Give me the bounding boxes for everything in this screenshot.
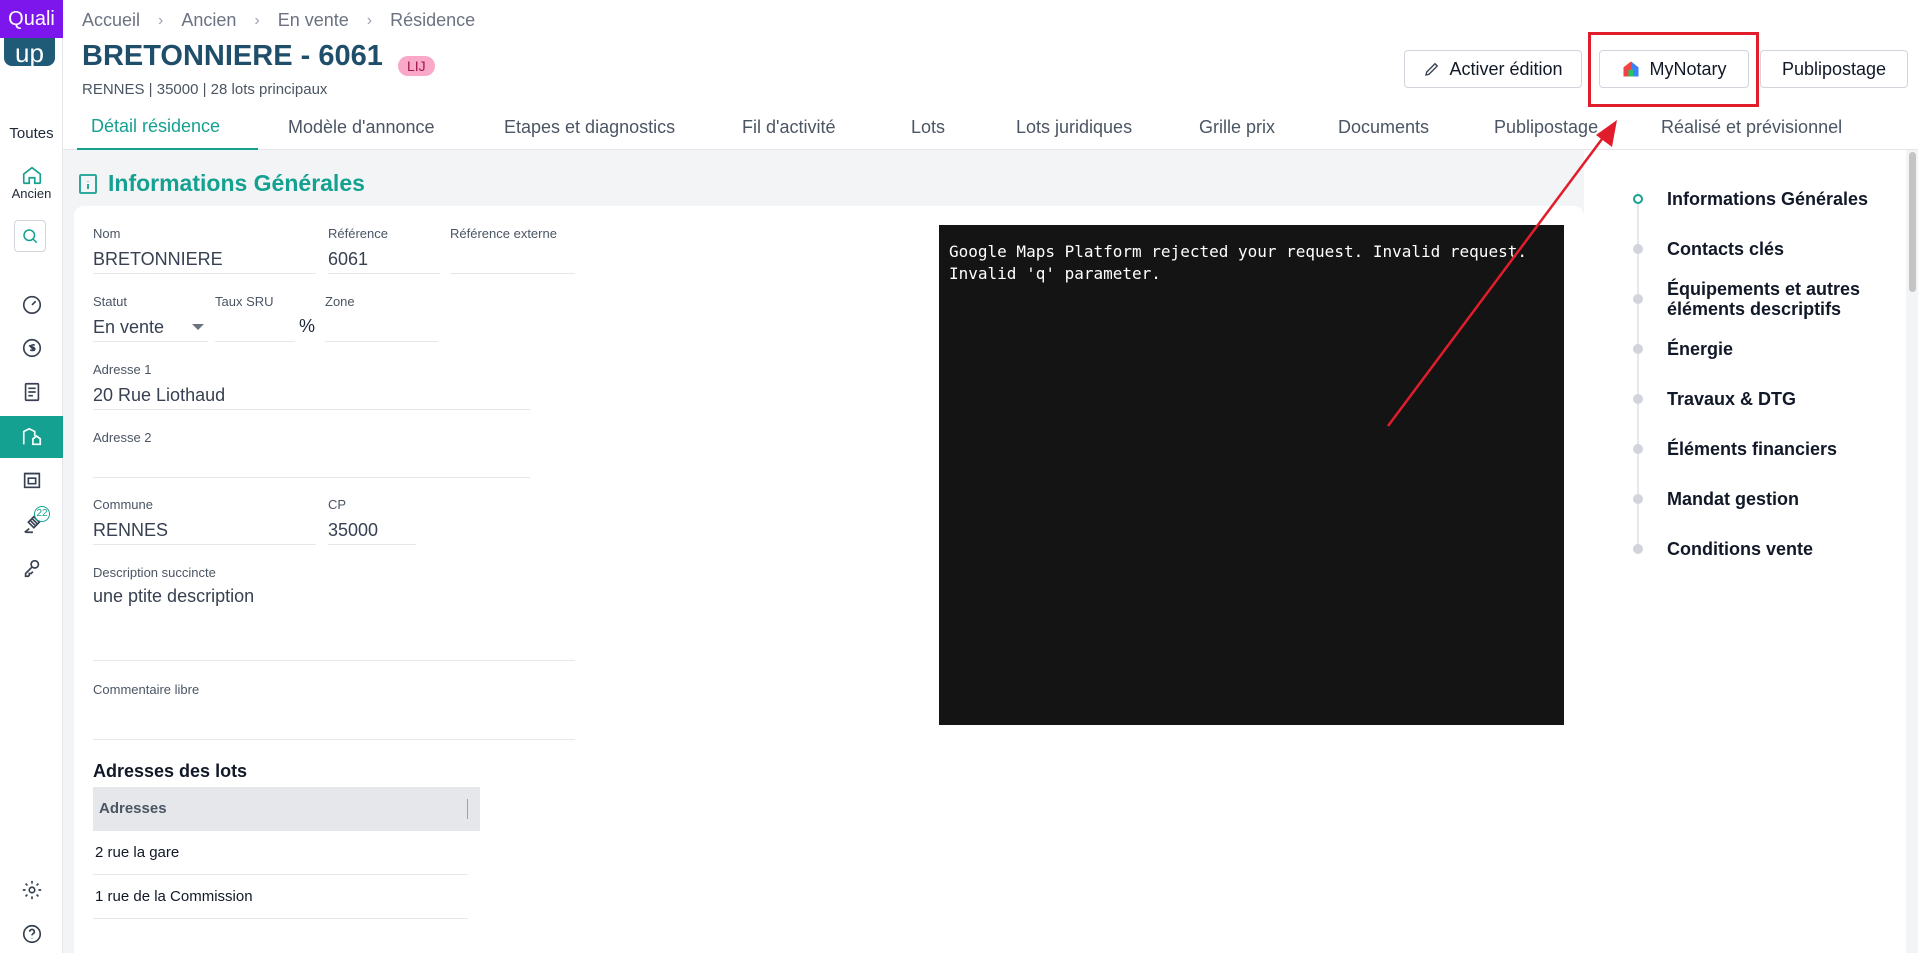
commentaire-label: Commentaire libre [93, 682, 200, 697]
statut-label: Statut [93, 294, 127, 309]
nav-conditions-vente[interactable]: Conditions vente [1667, 539, 1813, 559]
residence-icon[interactable] [0, 416, 63, 458]
commentaire-field[interactable] [93, 700, 575, 740]
taux-sru-label: Taux SRU [215, 294, 274, 309]
nav-dot [1633, 344, 1643, 354]
page-title: BRETONNIERE - 6061 [82, 40, 383, 72]
section-header: Informations Générales [76, 170, 365, 197]
description-label: Description succincte [93, 565, 216, 580]
adresse2-label: Adresse 2 [93, 430, 152, 445]
nav-dot [1633, 294, 1643, 304]
chevron-right-icon: › [254, 11, 260, 29]
nav-mandat-gestion[interactable]: Mandat gestion [1667, 489, 1799, 509]
search-icon[interactable] [14, 220, 46, 252]
help-icon[interactable] [0, 914, 63, 954]
nav-contacts-cles[interactable]: Contacts clés [1667, 239, 1784, 259]
percent-unit: % [299, 316, 316, 336]
nav-elements-financiers[interactable]: Éléments financiers [1667, 439, 1837, 459]
lots-addresses-title: Adresses des lots [93, 761, 248, 781]
taux-sru-field[interactable] [215, 312, 295, 342]
gavel-icon[interactable] [0, 504, 63, 544]
tab-documents[interactable]: Documents [1324, 104, 1443, 150]
chevron-right-icon: › [366, 11, 373, 29]
nav-dot [1633, 494, 1643, 504]
cp-field[interactable]: 35000 [328, 515, 416, 545]
breadcrumb-ancien[interactable]: Ancien [181, 10, 236, 31]
chevron-down-icon[interactable] [192, 324, 204, 330]
adresse1-field[interactable]: 20 Rue Liothaud [93, 380, 530, 410]
publipostage-button[interactable]: Publipostage [1760, 50, 1908, 88]
ancien-nav-label[interactable]: Ancien [0, 186, 63, 201]
page-subtitle: RENNES | 35000 | 28 lots principaux [82, 81, 328, 98]
nav-dot [1633, 244, 1643, 254]
notification-count-badge: 22 [34, 506, 50, 522]
info-book-icon [79, 173, 97, 194]
section-title: Informations Générales [108, 170, 365, 196]
reference-field[interactable]: 6061 [328, 244, 440, 274]
highlight-annotation-box [1588, 32, 1759, 107]
tab-publipostage[interactable]: Publipostage [1480, 104, 1612, 150]
breadcrumb-residence: Résidence [390, 10, 476, 30]
breadcrumb-en-vente[interactable]: En vente [278, 10, 349, 31]
nav-equipements[interactable]: Équipements et autres éléments descripti… [1667, 279, 1897, 319]
nom-field[interactable]: BRETONNIERE [93, 244, 316, 274]
column-resize-handle[interactable] [467, 799, 468, 819]
table-row[interactable]: 2 rue la gare [93, 831, 468, 875]
listing-board-icon[interactable] [0, 460, 63, 500]
tab-etapes-diagnostics[interactable]: Etapes et diagnostics [490, 104, 689, 150]
description-field[interactable]: une ptite description [93, 581, 575, 661]
sidebar: up Quali Toutes Ancien 22 [0, 0, 63, 953]
breadcrumb-accueil[interactable]: Accueil [82, 10, 140, 31]
tab-lots-juridiques[interactable]: Lots juridiques [1002, 104, 1146, 150]
document-list-icon[interactable] [0, 372, 63, 412]
scrollbar-thumb[interactable] [1909, 152, 1916, 292]
activate-edit-button[interactable]: Activer édition [1404, 50, 1582, 88]
adresse2-field[interactable] [93, 448, 530, 478]
logo-badge: Quali [0, 0, 63, 38]
dashboard-gauge-icon[interactable] [0, 284, 63, 324]
logo-sub-text: up [15, 38, 44, 66]
nom-label: Nom [93, 226, 121, 241]
nav-dot [1633, 544, 1643, 554]
nav-energie[interactable]: Énergie [1667, 339, 1733, 359]
adresse1-label: Adresse 1 [93, 362, 152, 377]
nav-informations-generales[interactable]: Informations Générales [1667, 189, 1868, 209]
commune-label: Commune [93, 497, 153, 512]
tab-grille-prix[interactable]: Grille prix [1185, 104, 1289, 150]
zone-field[interactable] [325, 312, 438, 342]
table-row[interactable]: 1 rue de la Commission [93, 875, 468, 919]
zone-label: Zone [325, 294, 355, 309]
table-header: Adresses [93, 787, 480, 831]
cp-label: CP [328, 497, 347, 512]
chevron-right-icon: › [158, 11, 164, 29]
key-icon[interactable] [0, 548, 63, 588]
reference-externe-field[interactable] [450, 244, 575, 274]
activate-edit-label: Activer édition [1449, 58, 1563, 79]
publipostage-label: Publipostage [1781, 58, 1887, 79]
nav-dot-active [1633, 194, 1643, 204]
nav-travaux-dtg[interactable]: Travaux & DTG [1667, 389, 1796, 409]
tab-modele-annonce[interactable]: Modèle d'annonce [274, 104, 449, 150]
commune-field[interactable]: RENNES [93, 515, 316, 545]
addresses-column-header[interactable]: Adresses [99, 800, 167, 817]
tab-fil-activite[interactable]: Fil d'activité [728, 104, 849, 150]
map-error-panel: Google Maps Platform rejected your reque… [939, 225, 1564, 725]
settings-gear-icon[interactable] [0, 870, 63, 910]
all-filter-label[interactable]: Toutes [0, 125, 63, 142]
tab-detail-residence[interactable]: Détail résidence [77, 104, 258, 150]
tab-bar: Détail résidence Modèle d'annonce Etapes… [63, 104, 1918, 150]
nav-dot [1633, 394, 1643, 404]
tab-realise-previsionnel[interactable]: Réalisé et prévisionnel [1647, 104, 1856, 150]
reference-externe-label: Référence externe [450, 226, 557, 241]
status-badge: LIJ [398, 56, 435, 76]
reference-label: Référence [328, 226, 388, 241]
money-icon[interactable] [0, 328, 63, 368]
nav-dot [1633, 444, 1643, 454]
tab-lots[interactable]: Lots [897, 104, 959, 150]
statut-select[interactable]: En vente [93, 312, 208, 342]
breadcrumb: Accueil › Ancien › En vente › Résidence [82, 10, 475, 31]
pencil-icon [1425, 62, 1439, 76]
